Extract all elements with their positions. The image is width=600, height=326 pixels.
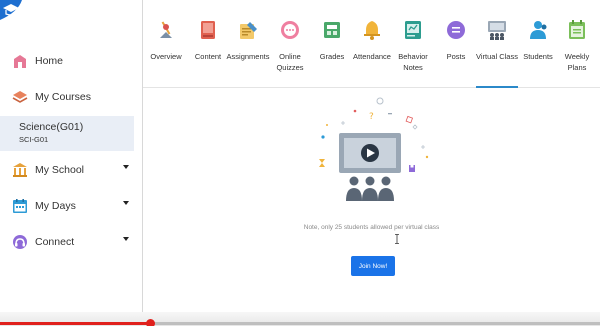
courses-icon — [11, 88, 29, 106]
tab-assignments[interactable]: Assignments — [226, 18, 270, 88]
grades-icon — [320, 18, 344, 42]
tab-overview[interactable]: Overview — [149, 18, 183, 88]
tab-virtual-class[interactable]: Virtual Class — [476, 18, 518, 88]
tab-students-label: Students — [523, 52, 553, 61]
sidebar-item-my-days-label: My Days — [35, 200, 76, 212]
connect-icon — [11, 233, 29, 251]
tab-posts-label: Posts — [446, 52, 466, 61]
course-name: Science(G01) — [19, 121, 84, 133]
svg-text:?: ? — [369, 112, 374, 122]
video-scrubber-handle[interactable] — [146, 319, 155, 326]
chevron-down-icon — [123, 201, 129, 205]
weekly-plans-icon — [565, 18, 589, 42]
sidebar-item-connect-label: Connect — [35, 236, 75, 248]
tab-overview-label: Overview — [150, 52, 182, 61]
sidebar: Home My Courses Science(G01) SCI-G01 My … — [0, 0, 134, 312]
video-progress-bar[interactable] — [0, 319, 600, 326]
tab-online-quizzes[interactable]: Online Quizzes — [275, 18, 305, 88]
assignments-icon — [236, 18, 260, 42]
attendance-icon — [360, 18, 384, 42]
logo-corner-icon[interactable] — [0, 0, 30, 22]
home-icon — [11, 52, 29, 70]
text-cursor-icon — [395, 234, 399, 244]
sidebar-item-home-label: Home — [35, 55, 64, 67]
course-code: SCI-G01 — [19, 135, 49, 144]
chevron-down-icon — [123, 165, 129, 169]
content-icon — [196, 18, 220, 42]
video-progress-fill — [0, 322, 150, 325]
sidebar-item-my-school-label: My School — [35, 164, 85, 176]
tab-behavior-notes-label: Behavior Notes — [398, 52, 428, 72]
sidebar-item-connect[interactable]: Connect — [0, 231, 134, 253]
tab-attendance[interactable]: Attendance — [353, 18, 391, 88]
virtual-class-illustration: ? — [319, 97, 429, 201]
chevron-down-icon — [123, 237, 129, 241]
calendar-icon — [11, 197, 29, 215]
sidebar-item-my-courses[interactable]: My Courses — [0, 86, 134, 108]
sidebar-item-my-days[interactable]: My Days — [0, 195, 134, 217]
tab-weekly-plans[interactable]: Weekly Plans — [557, 18, 597, 88]
sidebar-item-my-courses-label: My Courses — [35, 91, 92, 103]
tab-weekly-plans-label: Weekly Plans — [564, 52, 590, 72]
quizzes-icon — [278, 18, 302, 42]
students-icon — [526, 18, 550, 42]
school-icon — [11, 161, 29, 179]
overview-icon — [154, 18, 178, 42]
virtual-class-icon — [485, 18, 509, 42]
student-limit-note: Note, only 25 students allowed per virtu… — [303, 224, 440, 231]
tab-grades-label: Grades — [319, 52, 345, 61]
tab-students[interactable]: Students — [523, 18, 553, 88]
sidebar-item-my-school[interactable]: My School — [0, 159, 134, 181]
posts-icon — [444, 18, 468, 42]
sidebar-course-active[interactable]: Science(G01) SCI-G01 — [0, 116, 134, 151]
tab-online-quizzes-label: Online Quizzes — [276, 52, 304, 72]
course-tab-bar: Overview Content Assignments Online Quiz… — [143, 0, 600, 88]
tab-grades[interactable]: Grades — [317, 18, 347, 88]
tab-content-label: Content — [194, 52, 222, 61]
virtual-class-panel: ? Note, only 25 students allowed per vir… — [143, 89, 600, 312]
behavior-notes-icon — [401, 18, 425, 42]
tab-behavior-notes[interactable]: Behavior Notes — [398, 18, 428, 88]
tab-virtual-class-label: Virtual Class — [476, 52, 518, 61]
tab-attendance-label: Attendance — [353, 52, 391, 61]
tab-assignments-label: Assignments — [226, 52, 270, 61]
tab-content[interactable]: Content — [191, 18, 225, 88]
sidebar-item-home[interactable]: Home — [0, 50, 134, 72]
tab-posts[interactable]: Posts — [441, 18, 471, 88]
join-now-button[interactable]: Join Now! — [351, 256, 395, 276]
